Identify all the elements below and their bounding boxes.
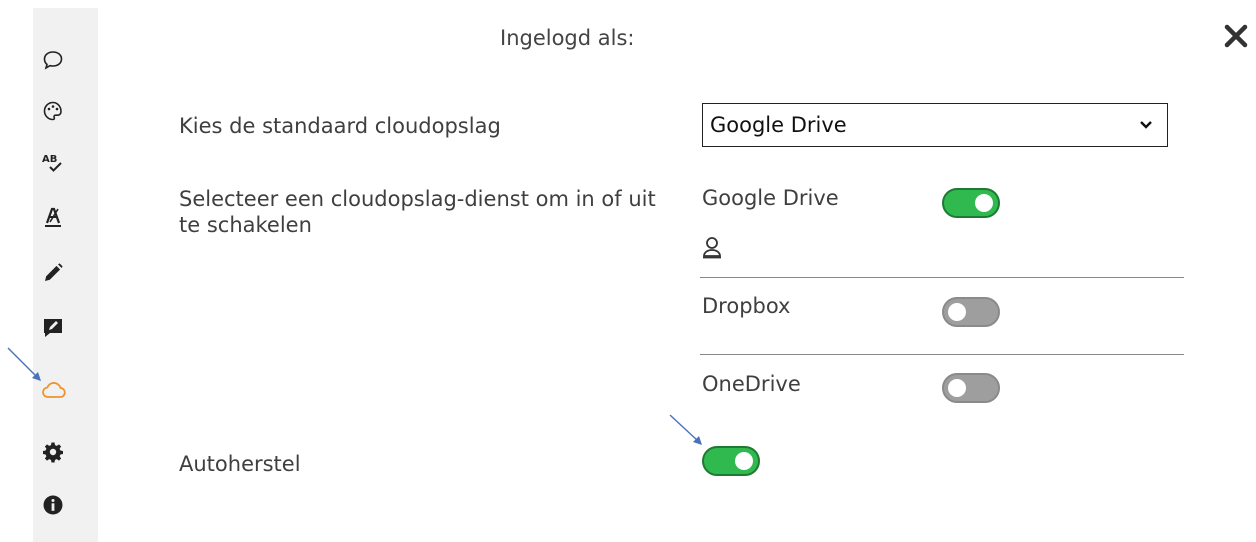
google-drive-toggle[interactable] xyxy=(942,188,1000,218)
toggle-knob xyxy=(948,379,966,397)
close-button[interactable] xyxy=(1222,22,1250,50)
chevron-down-icon xyxy=(1140,121,1152,129)
default-storage-label: Kies de standaard cloudopslag xyxy=(179,114,501,138)
spellcheck-icon[interactable]: AB xyxy=(37,147,69,179)
comment-icon[interactable] xyxy=(37,44,69,76)
divider xyxy=(700,354,1184,355)
toggle-knob xyxy=(948,303,966,321)
edit-note-icon[interactable] xyxy=(37,312,69,344)
sidebar: AB xyxy=(33,8,98,542)
onedrive-toggle[interactable] xyxy=(942,373,1000,403)
text-style-icon[interactable] xyxy=(37,201,69,233)
svg-text:AB: AB xyxy=(42,154,57,165)
palette-icon[interactable] xyxy=(37,95,69,127)
pencil-icon[interactable] xyxy=(37,257,69,289)
service-name-dropbox: Dropbox xyxy=(702,294,791,318)
user-icon[interactable] xyxy=(702,236,722,260)
toggle-knob xyxy=(975,194,993,212)
page-title: Ingelogd als: xyxy=(500,26,635,50)
info-icon[interactable] xyxy=(37,489,69,521)
dropbox-toggle[interactable] xyxy=(942,297,1000,327)
service-name-google-drive: Google Drive xyxy=(702,186,839,210)
annotation-arrow xyxy=(7,347,41,381)
toggle-knob xyxy=(735,452,753,470)
default-storage-select[interactable]: Google Drive xyxy=(702,103,1168,147)
autorecover-label: Autoherstel xyxy=(179,452,301,476)
service-name-onedrive: OneDrive xyxy=(702,372,801,396)
close-icon xyxy=(1224,24,1248,48)
annotation-arrow xyxy=(669,414,702,445)
toggle-services-label: Selecteer een cloudopslag-dienst om in o… xyxy=(179,187,656,237)
default-storage-value: Google Drive xyxy=(710,113,847,137)
divider xyxy=(700,277,1184,278)
autorecover-toggle[interactable] xyxy=(702,446,760,476)
gear-icon[interactable] xyxy=(37,436,69,468)
